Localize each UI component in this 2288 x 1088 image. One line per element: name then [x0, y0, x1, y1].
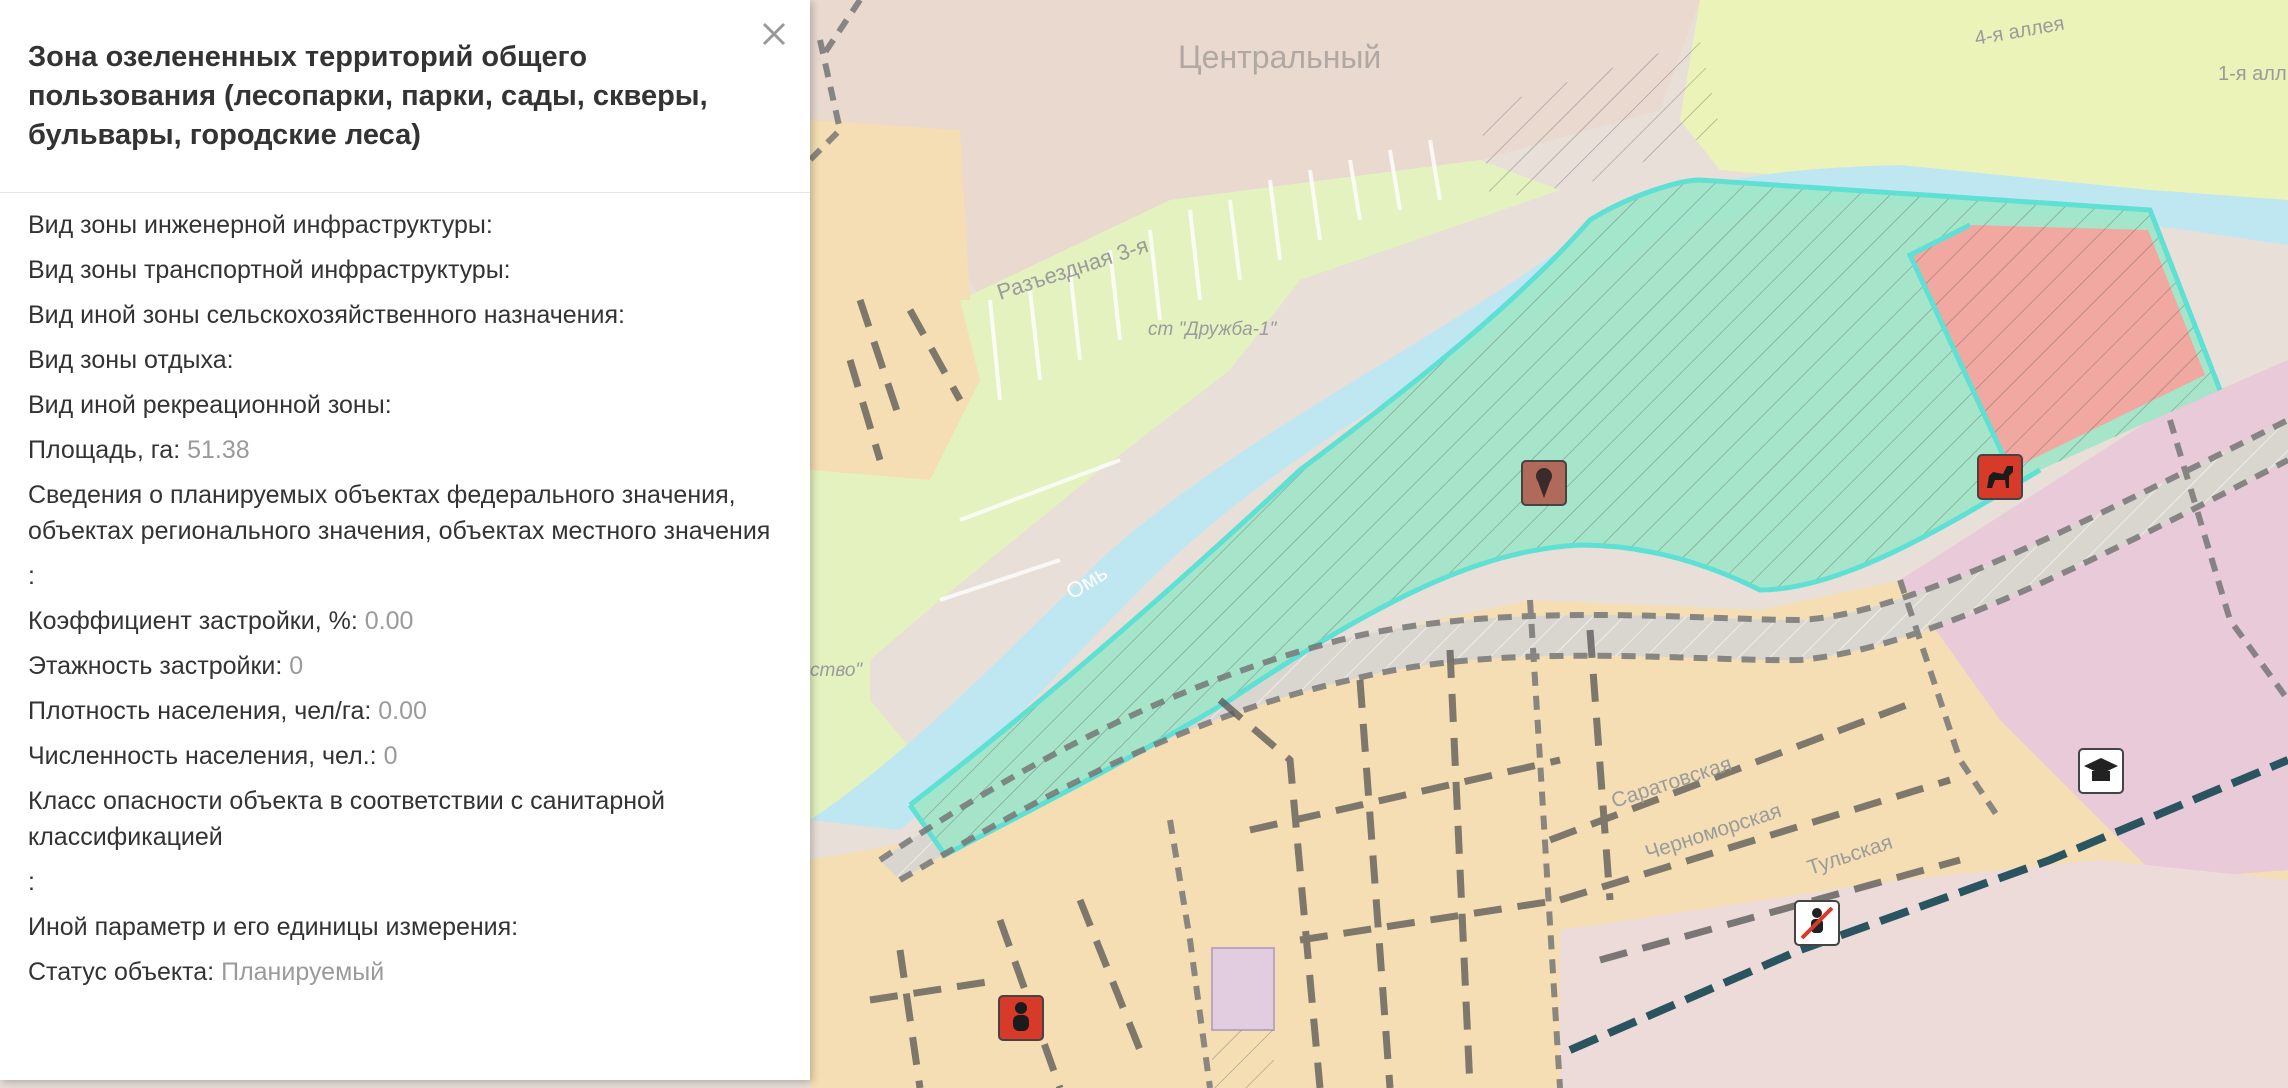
panel-header: Зона озелененных территорий общего польз…: [0, 0, 810, 193]
attribute-label: Вид зоны отдыха:: [28, 346, 234, 374]
attribute-row: Вид иной зоны сельскохозяйственного назн…: [28, 297, 788, 333]
district-label: Центральный: [1178, 39, 1381, 75]
attribute-row: Класс опасности объекта в соответствии с…: [28, 783, 788, 855]
attribute-label: Вид иной рекреационной зоны:: [28, 391, 392, 419]
panel-fade: [0, 985, 810, 1015]
small-block: [1211, 947, 1275, 1031]
school-icon[interactable]: [2078, 748, 2124, 794]
attribute-row: Вид зоны инженерной инфраструктуры:: [28, 207, 788, 243]
attribute-value: 0: [289, 652, 304, 680]
attribute-label: Площадь, га:: [28, 436, 181, 464]
info-panel: Зона озелененных территорий общего польз…: [0, 0, 810, 1080]
no-kids-icon[interactable]: [1794, 900, 1840, 946]
attribute-label: :: [28, 562, 35, 590]
attribute-row: Сведения о планируемых объектах федераль…: [28, 477, 788, 549]
attribute-label: Иной параметр и его единицы измерения:: [28, 913, 519, 941]
attribute-row: :: [28, 558, 788, 594]
partial-label: ство": [810, 660, 863, 681]
attribute-row: Плотность населения, чел/га: 0.00: [28, 693, 788, 729]
child-icon[interactable]: [998, 995, 1044, 1041]
attribute-value: 0.00: [378, 697, 427, 725]
attribute-value: 0: [383, 742, 398, 770]
attribute-label: Коэффициент застройки, %:: [28, 607, 358, 635]
attribute-label: Класс опасности объекта в соответствии с…: [28, 787, 665, 851]
attribute-row: Вид зоны транспортной инфраструктуры:: [28, 252, 788, 288]
attribute-row: Этажность застройки: 0: [28, 648, 788, 684]
attribute-label: Этажность застройки:: [28, 652, 283, 680]
attribute-row: Иной параметр и его единицы измерения:: [28, 909, 788, 945]
garden-druzhba-label: ст "Дружба-1": [1148, 319, 1278, 340]
attribute-row: Вид зоны отдыха:: [28, 342, 788, 378]
attribute-label: Вид иной зоны сельскохозяйственного назн…: [28, 301, 625, 329]
panel-title: Зона озелененных территорий общего польз…: [28, 41, 708, 151]
panel-body[interactable]: Вид зоны специализированной общественной…: [0, 192, 810, 1000]
attribute-label: Статус объекта:: [28, 958, 215, 986]
residential-block-w: [810, 120, 970, 300]
close-icon: [762, 22, 786, 46]
attribute-row: Площадь, га: 51.38: [28, 432, 788, 468]
alley1-label: 1-я алл: [2218, 63, 2287, 85]
attribute-label: Вид зоны инженерной инфраструктуры:: [28, 211, 493, 239]
ice-cream-icon[interactable]: [1521, 460, 1567, 506]
attribute-row: Коэффициент застройки, %: 0.00: [28, 603, 788, 639]
attribute-value: Планируемый: [221, 958, 385, 986]
attribute-label: Сведения о планируемых объектах федераль…: [28, 481, 771, 545]
attribute-label: Вид зоны транспортной инфраструктуры:: [28, 256, 511, 284]
attribute-row: Вид иной рекреационной зоны:: [28, 387, 788, 423]
dog-icon[interactable]: [1977, 454, 2023, 500]
attribute-row: :: [28, 864, 788, 900]
attribute-value: 51.38: [187, 436, 250, 464]
attribute-label: Численность населения, чел.:: [28, 742, 377, 770]
attribute-row: Численность населения, чел.: 0: [28, 738, 788, 774]
attribute-list: Вид зоны специализированной общественной…: [28, 192, 788, 999]
attribute-label: :: [28, 868, 35, 896]
attribute-value: 0.00: [364, 607, 414, 635]
attribute-label: Плотность населения, чел/га:: [28, 697, 372, 725]
close-button[interactable]: [754, 14, 794, 54]
